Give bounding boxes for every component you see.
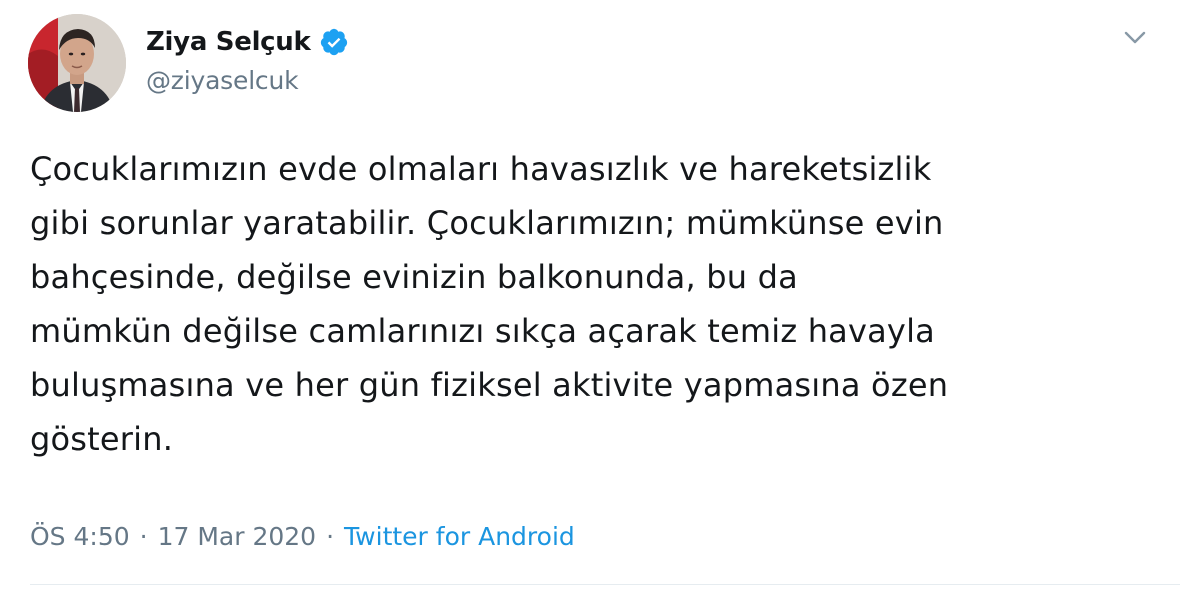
divider bbox=[30, 584, 1180, 585]
tweet-source-link[interactable]: Twitter for Android bbox=[344, 522, 575, 551]
profile-photo bbox=[28, 14, 126, 112]
tweet-text-line: gibi sorunlar yaratabilir. Çocuklarımızı… bbox=[30, 204, 944, 242]
tweet-text-line: bahçesinde, değilse evinizin balkonunda,… bbox=[30, 258, 798, 296]
tweet-page: { "author": { "display_name": "Ziya Selç… bbox=[0, 0, 1200, 596]
tweet-text-line: buluşmasına ve her gün fiziksel aktivite… bbox=[30, 366, 949, 404]
avatar[interactable] bbox=[28, 14, 126, 112]
chevron-down-icon[interactable] bbox=[1122, 28, 1148, 48]
tweet-text-line: gösterin. bbox=[30, 420, 174, 458]
tweet-text: Çocuklarımızın evde olmaları havasızlık … bbox=[30, 142, 1180, 466]
tweet-text-line: mümkün değilse camlarınızı sıkça açarak … bbox=[30, 312, 935, 350]
tweet-meta: ÖS 4:50 · 17 Mar 2020 · Twitter for Andr… bbox=[30, 518, 575, 554]
tweet-date[interactable]: 17 Mar 2020 bbox=[158, 522, 317, 551]
tweet-text-line: Çocuklarımızın evde olmaları havasızlık … bbox=[30, 150, 932, 188]
meta-separator: · bbox=[326, 521, 335, 551]
verified-badge-icon bbox=[319, 27, 349, 57]
author-handle[interactable]: @ziyaselcuk bbox=[146, 66, 299, 95]
meta-separator: · bbox=[139, 521, 148, 551]
author-name-row[interactable]: Ziya Selçuk bbox=[146, 24, 349, 60]
tweet-time[interactable]: ÖS 4:50 bbox=[30, 522, 130, 551]
author-display-name[interactable]: Ziya Selçuk bbox=[146, 27, 311, 57]
